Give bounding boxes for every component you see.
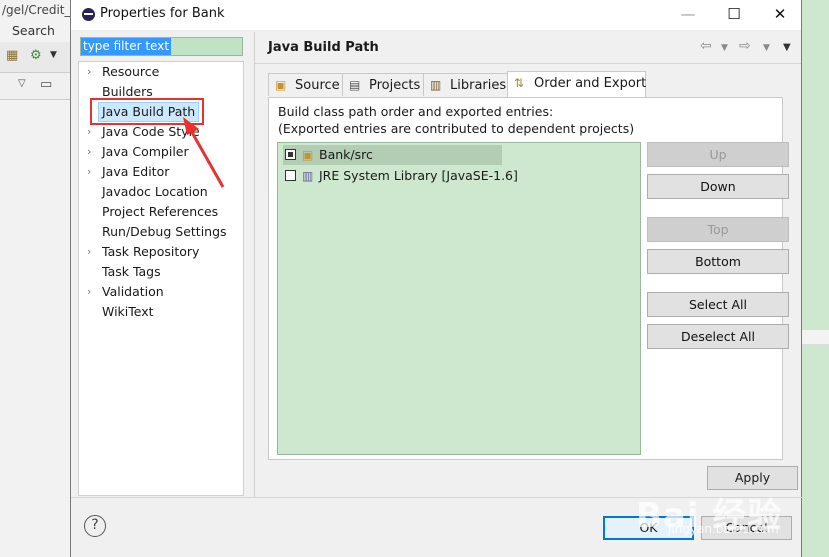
tab-label: Libraries — [450, 78, 507, 93]
view-menu-icon[interactable]: ▽ — [18, 78, 26, 89]
tree-item-label: Java Editor — [102, 164, 170, 179]
export-checkbox[interactable] — [285, 170, 296, 181]
minimize-view-icon[interactable]: ▭ — [40, 77, 52, 92]
chevron-right-icon[interactable]: › — [87, 122, 91, 142]
source-folder-icon: ▣ — [275, 78, 287, 92]
page-title: Java Build Path — [268, 40, 379, 55]
maximize-button[interactable]: ☐ — [711, 0, 757, 30]
cancel-button[interactable]: Cancel — [701, 516, 792, 540]
tree-item-label: Run/Debug Settings — [102, 224, 227, 239]
forward-arrow-icon[interactable]: ⇨ — [739, 38, 751, 54]
deselect-all-button[interactable]: Deselect All — [647, 324, 789, 349]
dialog-titlebar: Properties for Bank — ☐ ✕ — [71, 0, 801, 30]
tab-label: Source — [295, 78, 340, 93]
export-checkbox[interactable] — [285, 149, 296, 160]
source-folder-icon: ▣ — [302, 148, 314, 162]
chevron-right-icon[interactable]: › — [87, 162, 91, 182]
projects-icon: ▤ — [349, 78, 361, 92]
tab-source[interactable]: ▣ Source — [268, 73, 343, 96]
bottom-button[interactable]: Bottom — [647, 249, 789, 274]
background-toolbar: ▦ ⚙ ▼ — [0, 42, 70, 73]
close-button[interactable]: ✕ — [757, 0, 803, 30]
eclipse-icon — [82, 8, 95, 21]
view-menu-icon[interactable]: ▼ — [783, 42, 791, 53]
minimize-button[interactable]: — — [665, 0, 711, 30]
chevron-right-icon[interactable]: › — [87, 282, 91, 302]
help-button[interactable]: ? — [84, 515, 106, 537]
tree-item-label: Task Tags — [102, 264, 161, 279]
up-button[interactable]: Up — [647, 142, 789, 167]
description-line-2: (Exported entries are contributed to dep… — [278, 121, 635, 136]
chevron-right-icon[interactable]: › — [87, 242, 91, 262]
properties-dialog: Properties for Bank — ☐ ✕ type filter te… — [70, 0, 803, 557]
back-dropdown-icon[interactable]: ▼ — [721, 43, 728, 53]
tree-item-label: Task Repository — [102, 244, 200, 259]
property-page: Java Build Path ⇦ ▼ ⇨ ▼ ▼ ▣ Source ▤ Proje… — [255, 32, 801, 497]
tab-order-and-export[interactable]: ⇅ Order and Export — [507, 71, 646, 98]
tree-item-label: Java Compiler — [102, 144, 189, 159]
order-export-icon: ⇅ — [514, 76, 525, 90]
filter-input-text: type filter text — [81, 38, 172, 55]
dialog-title: Properties for Bank — [100, 6, 225, 21]
forward-dropdown-icon[interactable]: ▼ — [763, 43, 770, 53]
entry-label: Bank/src — [319, 147, 373, 162]
chevron-down-icon[interactable]: ▼ — [50, 50, 57, 60]
annotation-arrow — [183, 117, 225, 188]
down-button[interactable]: Down — [647, 174, 789, 199]
ok-button[interactable]: OK — [603, 516, 694, 540]
top-button[interactable]: Top — [647, 217, 789, 242]
classpath-entries-list: ▣ Bank/src ▥ JRE System Library [JavaSE-… — [277, 142, 641, 455]
order-export-panel: Build class path order and exported entr… — [268, 97, 789, 460]
background-search-menu[interactable]: Search — [12, 23, 55, 38]
background-path-text: /gel/Credit_ — [2, 3, 71, 17]
background-editor-area — [802, 0, 829, 557]
tab-libraries[interactable]: ▥ Libraries — [423, 73, 508, 96]
back-arrow-icon[interactable]: ⇦ — [700, 38, 712, 54]
tab-projects[interactable]: ▤ Projects — [342, 73, 424, 96]
select-all-button[interactable]: Select All — [647, 292, 789, 317]
library-icon: ▥ — [302, 169, 314, 183]
filter-input[interactable]: type filter text — [80, 37, 243, 56]
tree-item-label: Project References — [102, 204, 219, 219]
apply-button[interactable]: Apply — [707, 466, 798, 490]
background-view-toolbar: ▽ ▭ — [0, 73, 70, 100]
background-window: /gel/Credit_ Search ▦ ⚙ ▼ ▽ ▭ — [0, 0, 71, 557]
title-separator — [255, 63, 801, 64]
list-item-bank-src[interactable]: ▣ Bank/src — [283, 145, 502, 165]
tab-label: Order and Export — [534, 76, 647, 91]
tree-item-label: Validation — [102, 284, 164, 299]
package-icon[interactable]: ▦ — [6, 48, 18, 63]
description-line-1: Build class path order and exported entr… — [278, 104, 554, 119]
libraries-icon: ▥ — [430, 78, 442, 92]
tab-label: Projects — [369, 78, 421, 93]
background-scroll-bar — [802, 329, 829, 345]
chevron-right-icon[interactable]: › — [87, 142, 91, 162]
tree-item-label: WikiText — [102, 304, 154, 319]
run-icon[interactable]: ⚙ — [30, 48, 42, 63]
footer-separator — [71, 497, 803, 498]
tree-item-label: Resource — [102, 64, 160, 79]
entry-label: JRE System Library [JavaSE-1.6] — [319, 168, 518, 183]
chevron-right-icon[interactable]: › — [87, 62, 91, 82]
